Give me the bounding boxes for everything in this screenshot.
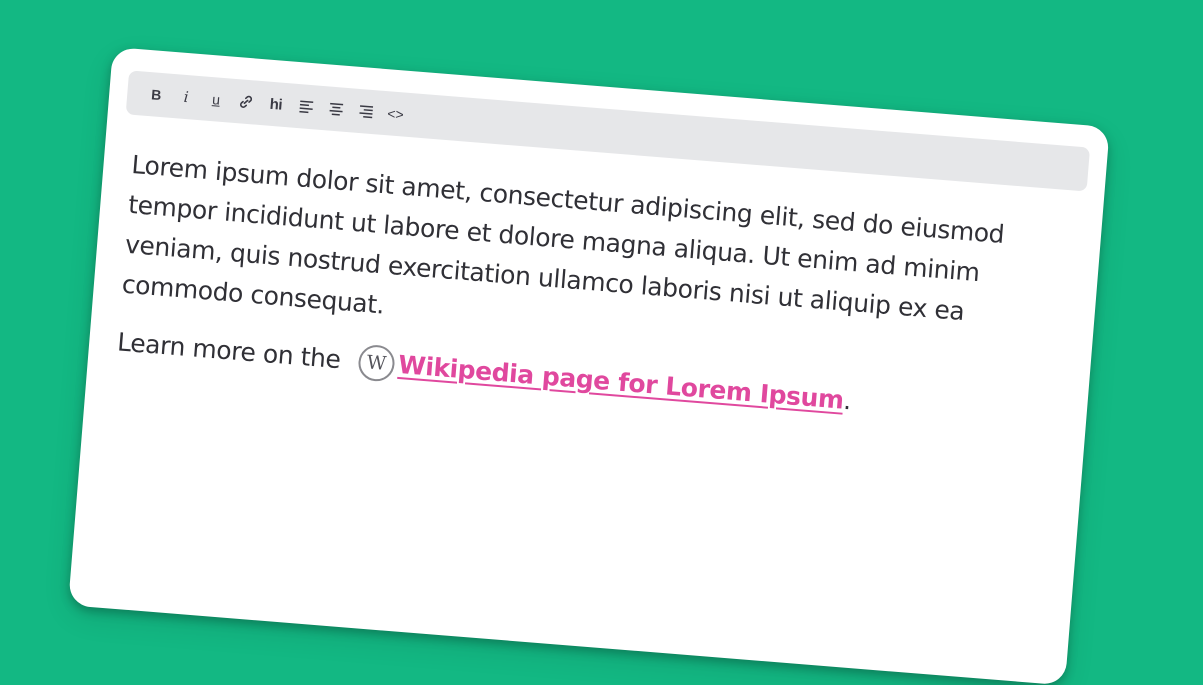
editor-card: B i u hi <> Lorem ipsum dolor sit amet, … bbox=[68, 47, 1110, 685]
link-icon bbox=[240, 95, 252, 108]
align-center-button[interactable] bbox=[320, 93, 352, 125]
highlight-button[interactable]: hi bbox=[260, 88, 292, 120]
code-button[interactable]: <> bbox=[379, 98, 411, 130]
learn-more-text: Learn more on the bbox=[116, 327, 342, 375]
italic-button[interactable]: i bbox=[170, 81, 202, 113]
underline-button[interactable]: u bbox=[200, 83, 232, 115]
link-button[interactable] bbox=[230, 86, 262, 118]
wikipedia-icon: W bbox=[356, 343, 396, 383]
bold-button[interactable]: B bbox=[140, 78, 172, 110]
align-left-button[interactable] bbox=[290, 91, 322, 123]
editor-content[interactable]: Lorem ipsum dolor sit amet, consectetur … bbox=[116, 145, 1051, 436]
align-center-icon bbox=[329, 102, 343, 116]
align-right-icon bbox=[358, 105, 373, 119]
align-right-button[interactable] bbox=[349, 95, 381, 127]
align-left-icon bbox=[298, 100, 313, 114]
